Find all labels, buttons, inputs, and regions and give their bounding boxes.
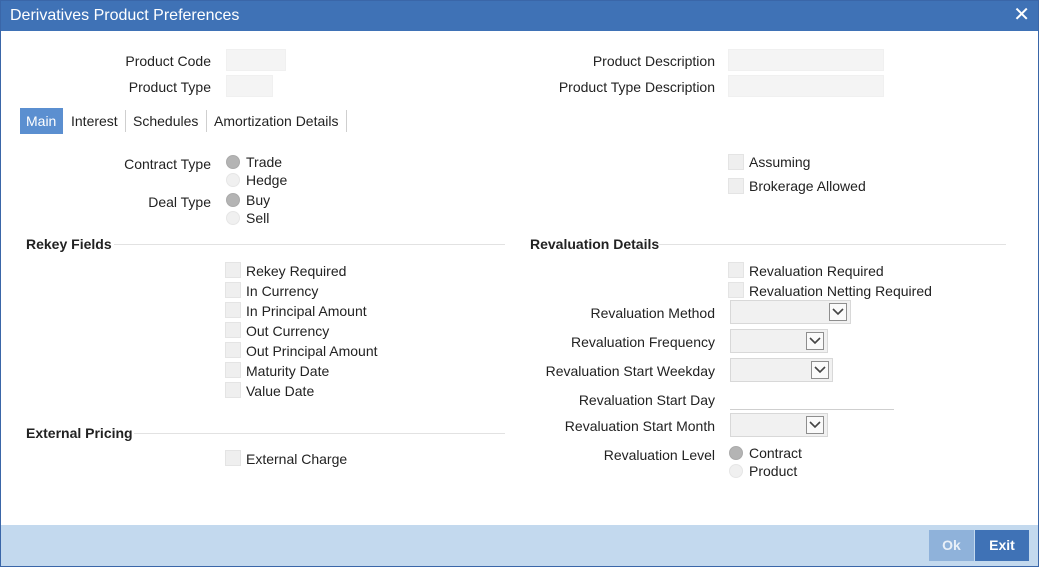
rekey-required-checkbox[interactable] (225, 262, 241, 278)
revaluation-netting-required-checkbox[interactable] (728, 282, 744, 298)
revaluation-start-day-label: Revaluation Start Day (578, 392, 715, 408)
revaluation-method-select[interactable] (730, 300, 851, 324)
deal-type-sell-label: Sell (246, 210, 270, 226)
value-date-checkbox[interactable] (225, 382, 241, 398)
revaluation-start-day-underline (730, 409, 894, 410)
chevron-down-icon (806, 416, 824, 434)
revaluation-start-month-label: Revaluation Start Month (564, 418, 715, 434)
contract-type-trade-label: Trade (246, 154, 283, 170)
revaluation-required-label: Revaluation Required (749, 263, 884, 279)
external-charge-label: External Charge (246, 451, 348, 467)
product-code-label: Product Code (125, 53, 211, 69)
deal-type-buy-label: Buy (246, 192, 271, 208)
tab-schedules[interactable]: Schedules (127, 108, 204, 134)
contract-type-trade-radio[interactable] (226, 155, 240, 169)
brokerage-allowed-label: Brokerage Allowed (749, 178, 866, 194)
assuming-checkbox[interactable] (728, 154, 744, 170)
tab-separator (206, 110, 207, 132)
deal-type-sell-radio[interactable] (226, 211, 240, 225)
tab-separator (125, 110, 126, 132)
brokerage-allowed-checkbox[interactable] (728, 178, 744, 194)
revaluation-level-product-radio[interactable] (729, 464, 743, 478)
revaluation-frequency-select[interactable] (730, 329, 828, 353)
revaluation-frequency-label: Revaluation Frequency (571, 334, 715, 350)
rekey-fields-heading: Rekey Fields (26, 236, 112, 252)
revaluation-level-contract-radio[interactable] (729, 446, 743, 460)
tab-separator (346, 110, 347, 132)
chevron-down-icon (806, 332, 824, 350)
revaluation-level-product-label: Product (749, 463, 798, 479)
exit-button[interactable]: Exit (975, 530, 1029, 561)
product-code-field[interactable] (226, 49, 286, 71)
close-icon[interactable]: ✕ (1013, 4, 1030, 26)
revaluation-start-weekday-label: Revaluation Start Weekday (545, 363, 715, 379)
window-title: Derivatives Product Preferences (10, 7, 240, 24)
deal-type-buy-radio[interactable] (226, 193, 240, 207)
dialog-window: Derivatives Product Preferences ✕ Produc… (0, 0, 1039, 567)
maturity-date-checkbox[interactable] (225, 362, 241, 378)
rekey-required-label: Rekey Required (246, 263, 347, 279)
contract-type-hedge-label: Hedge (246, 172, 288, 188)
revaluation-start-month-select[interactable] (730, 413, 828, 437)
ok-button[interactable]: Ok (929, 530, 974, 561)
assuming-label: Assuming (749, 154, 811, 170)
out-principal-amount-label: Out Principal Amount (246, 343, 378, 359)
in-principal-amount-label: In Principal Amount (246, 303, 367, 319)
revaluation-netting-required-label: Revaluation Netting Required (749, 283, 932, 299)
product-description-label: Product Description (592, 53, 715, 69)
chevron-down-icon (811, 361, 829, 379)
title-bar: Derivatives Product Preferences ✕ (1, 1, 1038, 31)
external-pricing-divider (134, 433, 505, 434)
in-currency-label: In Currency (246, 283, 319, 299)
tab-main[interactable]: Main (20, 108, 63, 134)
revaluation-method-label: Revaluation Method (590, 305, 715, 321)
out-currency-label: Out Currency (246, 323, 330, 339)
out-principal-amount-checkbox[interactable] (225, 342, 241, 358)
product-type-field[interactable] (226, 75, 273, 97)
chevron-down-icon (829, 303, 847, 321)
maturity-date-label: Maturity Date (246, 363, 330, 379)
footer-bar: Ok Exit (1, 525, 1038, 566)
revaluation-required-checkbox[interactable] (728, 262, 744, 278)
product-description-field[interactable] (728, 49, 884, 71)
product-type-description-label: Product Type Description (558, 79, 715, 95)
revaluation-level-contract-label: Contract (749, 445, 802, 461)
product-type-description-field[interactable] (728, 75, 884, 97)
product-type-label: Product Type (128, 79, 211, 95)
out-currency-checkbox[interactable] (225, 322, 241, 338)
deal-type-label: Deal Type (148, 194, 211, 210)
revaluation-level-label: Revaluation Level (603, 447, 715, 463)
tab-interest[interactable]: Interest (65, 108, 124, 134)
external-charge-checkbox[interactable] (225, 450, 241, 466)
in-principal-amount-checkbox[interactable] (225, 302, 241, 318)
revaluation-divider (659, 244, 1006, 245)
rekey-divider (114, 244, 505, 245)
contract-type-hedge-radio[interactable] (226, 173, 240, 187)
value-date-label: Value Date (246, 383, 315, 399)
tab-amortization-details[interactable]: Amortization Details (208, 108, 345, 134)
revaluation-details-heading: Revaluation Details (530, 236, 660, 252)
external-pricing-heading: External Pricing (26, 425, 133, 441)
contract-type-label: Contract Type (124, 156, 211, 172)
revaluation-start-weekday-select[interactable] (730, 358, 833, 382)
in-currency-checkbox[interactable] (225, 282, 241, 298)
